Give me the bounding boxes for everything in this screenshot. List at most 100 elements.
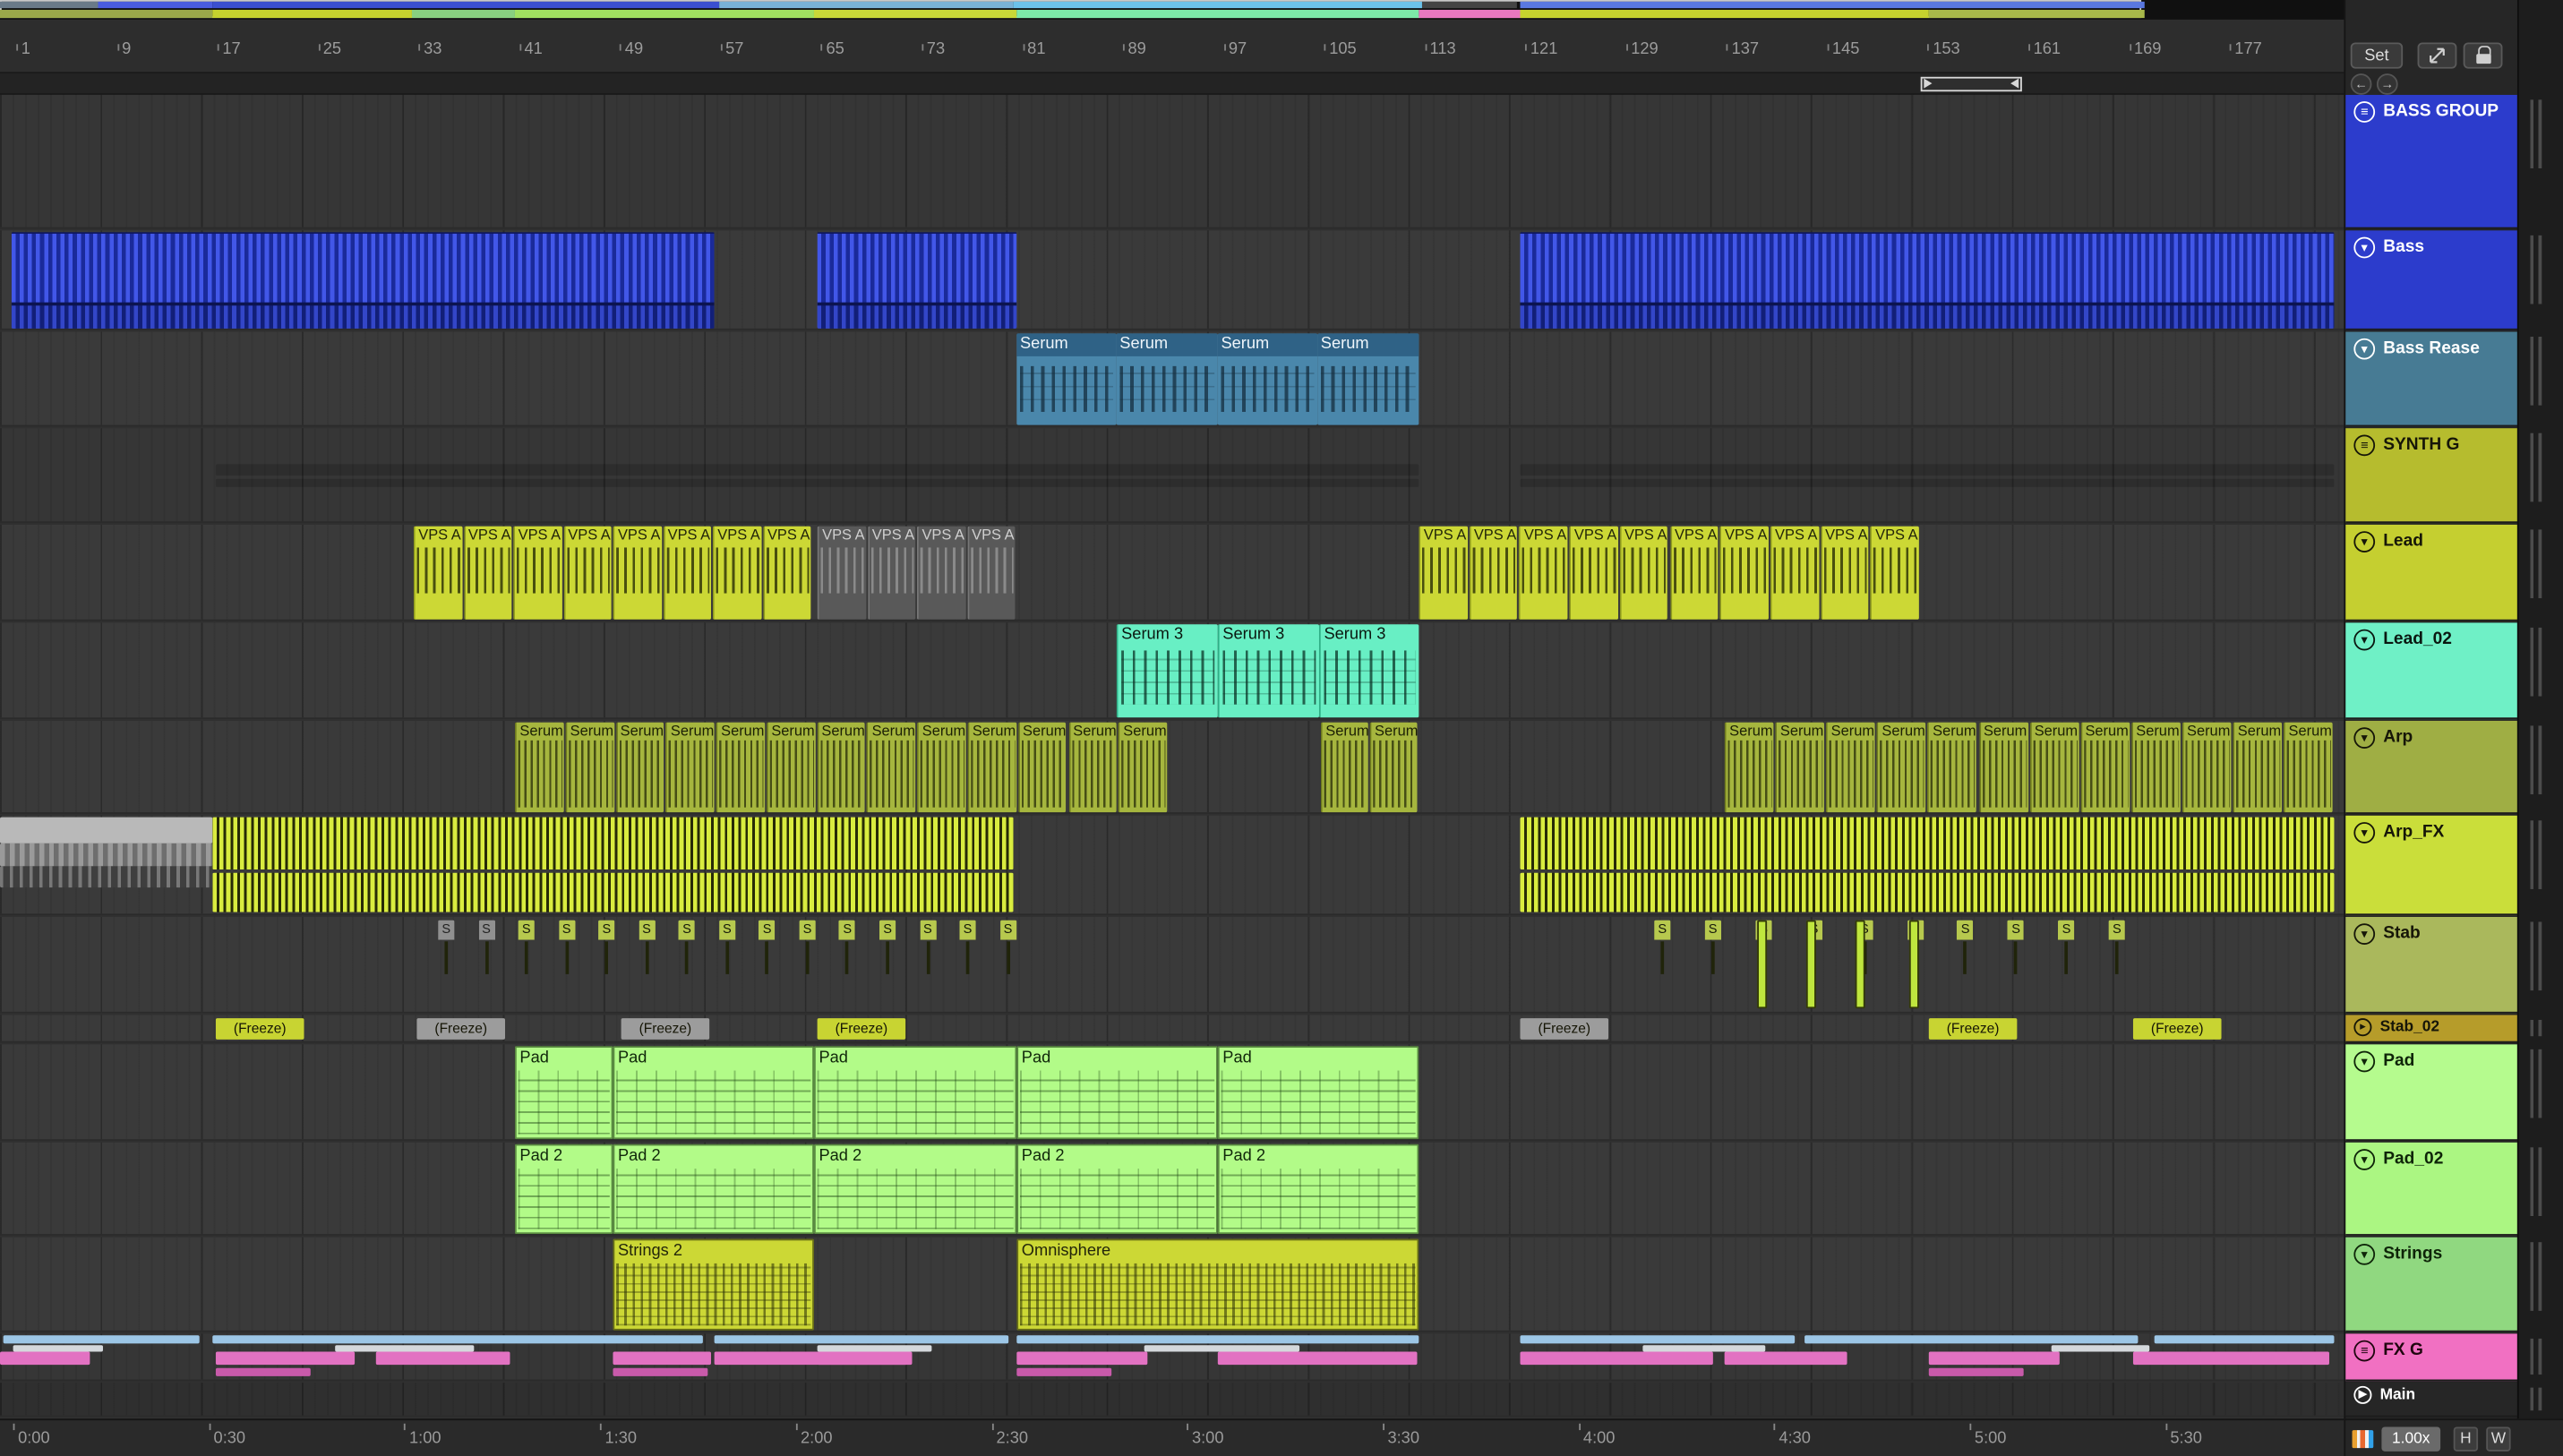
clip[interactable]: Serum bbox=[1876, 722, 1926, 813]
clip[interactable]: Serum bbox=[1067, 722, 1118, 813]
clip[interactable]: Serum bbox=[1017, 722, 1067, 813]
track-header-bass[interactable]: ▾ Bass bbox=[2345, 230, 2519, 330]
clip[interactable]: Serum bbox=[716, 722, 766, 813]
clip[interactable]: Serum bbox=[514, 722, 564, 813]
clip[interactable]: VPS A bbox=[1669, 526, 1719, 620]
clip[interactable]: S bbox=[1704, 920, 1721, 986]
clip[interactable] bbox=[1520, 817, 2335, 870]
track-header-arp[interactable]: ▾ Arp bbox=[2345, 720, 2519, 814]
clip[interactable]: Pad 2 bbox=[514, 1143, 613, 1235]
clip[interactable] bbox=[1908, 920, 1919, 1009]
clip[interactable] bbox=[11, 232, 715, 329]
clip[interactable] bbox=[817, 1351, 913, 1366]
group-icon[interactable]: ≡ bbox=[2353, 1340, 2376, 1362]
clip[interactable]: Pad bbox=[514, 1046, 613, 1140]
nav-right-button[interactable]: → bbox=[2376, 73, 2398, 95]
clip[interactable]: VPS A bbox=[1619, 526, 1668, 620]
clip[interactable]: S bbox=[919, 920, 936, 986]
clip[interactable]: VPS A bbox=[1419, 526, 1468, 620]
clip[interactable]: S bbox=[1957, 920, 1974, 986]
clip[interactable]: Serum bbox=[2079, 722, 2130, 813]
clip[interactable]: Serum bbox=[2029, 722, 2079, 813]
clip[interactable]: VPS A bbox=[966, 526, 1016, 620]
clip[interactable]: S bbox=[2108, 920, 2126, 986]
clip[interactable]: VPS A bbox=[613, 526, 662, 620]
clip[interactable]: S bbox=[799, 920, 816, 986]
clip[interactable] bbox=[375, 1351, 510, 1366]
clip[interactable]: Pad bbox=[613, 1046, 814, 1140]
clip[interactable]: Serum bbox=[766, 722, 816, 813]
clip[interactable] bbox=[1016, 1351, 1148, 1366]
track-header-bass-rease[interactable]: ▾ Bass Rease bbox=[2345, 331, 2519, 427]
clip[interactable]: Serum bbox=[1217, 333, 1318, 425]
track-header-strings[interactable]: ▾ Strings bbox=[2345, 1237, 2519, 1332]
clip[interactable]: S bbox=[638, 920, 656, 986]
clip[interactable] bbox=[215, 478, 1419, 487]
track-header-lead[interactable]: ▾ Lead bbox=[2345, 524, 2519, 621]
clip[interactable] bbox=[817, 232, 1017, 329]
clip[interactable]: S bbox=[477, 920, 495, 986]
bar-ruler[interactable]: 1 9 17 25 33 41 49 57 65 73 81 89 97 105 113 121 129 137 1… bbox=[0, 19, 2344, 74]
clip[interactable]: VPS A bbox=[916, 526, 965, 620]
clip[interactable]: VPS A bbox=[413, 526, 462, 620]
clip[interactable]: Serum 3 bbox=[1116, 624, 1218, 718]
clip[interactable]: Serum 3 bbox=[1217, 624, 1319, 718]
clip[interactable]: Serum bbox=[1724, 722, 1774, 813]
loop-brace[interactable] bbox=[1920, 76, 2022, 92]
clip[interactable]: Pad bbox=[813, 1046, 1017, 1140]
clip[interactable] bbox=[1520, 872, 2335, 912]
clip[interactable]: VPS A bbox=[1770, 526, 1819, 620]
clip[interactable]: Omnisphere bbox=[1016, 1238, 1419, 1331]
clip[interactable]: Strings 2 bbox=[613, 1238, 814, 1331]
nav-left-button[interactable]: ← bbox=[2350, 73, 2372, 95]
clip[interactable]: Serum bbox=[1317, 333, 1419, 425]
clip[interactable] bbox=[817, 1345, 932, 1352]
clip[interactable]: Serum bbox=[1978, 722, 2028, 813]
clip[interactable] bbox=[1016, 1367, 1112, 1376]
clip[interactable] bbox=[2154, 1335, 2335, 1344]
fold-icon[interactable]: ▾ bbox=[2353, 236, 2376, 259]
lane-stab[interactable] bbox=[0, 916, 2344, 1014]
marker-lane[interactable] bbox=[0, 73, 2344, 95]
track-header-stab[interactable]: ▾ Stab bbox=[2345, 916, 2519, 1014]
clip[interactable]: Pad 2 bbox=[1217, 1143, 1419, 1235]
clip[interactable]: (Freeze) bbox=[1520, 1018, 1609, 1040]
fold-icon[interactable]: ▾ bbox=[2353, 338, 2376, 360]
width-zoom-button[interactable]: W bbox=[2486, 1426, 2511, 1452]
zoom-diagonal-button[interactable] bbox=[2417, 42, 2457, 69]
clip[interactable] bbox=[215, 1351, 356, 1366]
clip[interactable]: Serum bbox=[565, 722, 614, 813]
track-header-arp-fx[interactable]: ▾ Arp_FX bbox=[2345, 815, 2519, 916]
clip[interactable]: VPS A bbox=[712, 526, 761, 620]
lane-main[interactable] bbox=[0, 1383, 2344, 1417]
time-ruler[interactable]: 0:00 0:30 1:00 1:30 2:00 2:30 3:00 3:30 4:00 4:30… bbox=[0, 1418, 2344, 1456]
group-icon[interactable]: ≡ bbox=[2353, 434, 2376, 457]
fold-icon[interactable]: ▾ bbox=[2353, 727, 2376, 749]
clip[interactable]: VPS A bbox=[1469, 526, 1518, 620]
clip[interactable]: VPS A bbox=[762, 526, 811, 620]
clip[interactable] bbox=[0, 843, 213, 867]
clip[interactable] bbox=[2132, 1351, 2329, 1366]
play-icon[interactable]: ▶ bbox=[2353, 1385, 2372, 1404]
clip[interactable] bbox=[335, 1345, 475, 1352]
clip[interactable] bbox=[1757, 920, 1768, 1009]
clip[interactable] bbox=[212, 872, 1014, 912]
clip[interactable]: Serum bbox=[1016, 333, 1117, 425]
track-header-lead-02[interactable]: ▾ Lead_02 bbox=[2345, 622, 2519, 720]
group-icon[interactable]: ≡ bbox=[2353, 101, 2376, 123]
clip[interactable] bbox=[1520, 478, 2335, 487]
clip[interactable]: Serum bbox=[967, 722, 1016, 813]
clip[interactable]: (Freeze) bbox=[215, 1018, 304, 1040]
clip[interactable] bbox=[1520, 232, 2335, 329]
clip[interactable]: Serum bbox=[917, 722, 966, 813]
track-header-pad-02[interactable]: ▾ Pad_02 bbox=[2345, 1142, 2519, 1236]
clip[interactable] bbox=[714, 1335, 1009, 1344]
clip[interactable] bbox=[1144, 1345, 1300, 1352]
clip[interactable] bbox=[0, 817, 213, 844]
clip[interactable]: VPS A bbox=[1820, 526, 1869, 620]
clip[interactable] bbox=[0, 866, 213, 888]
clip[interactable]: VPS A bbox=[867, 526, 916, 620]
clip[interactable]: Serum bbox=[615, 722, 664, 813]
clip[interactable]: S bbox=[839, 920, 856, 986]
clip[interactable] bbox=[1520, 464, 2335, 476]
